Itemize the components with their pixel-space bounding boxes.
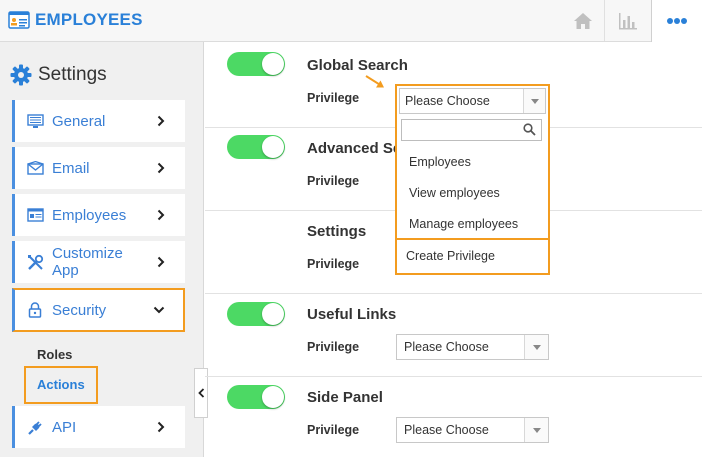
- chevron-right-icon: [151, 421, 171, 433]
- toggle-switch[interactable]: [227, 135, 285, 159]
- settings-heading: Settings: [10, 64, 107, 86]
- chevron-left-icon: [197, 388, 204, 398]
- id-card-icon: [26, 207, 44, 223]
- sidebar-item-customize-app[interactable]: Customize App: [12, 241, 185, 283]
- select-value: Please Choose: [404, 423, 489, 437]
- app-title[interactable]: EMPLOYEES: [8, 10, 143, 30]
- chevron-right-icon: [151, 162, 171, 174]
- monitor-icon: [26, 113, 44, 129]
- home-icon: [574, 12, 592, 29]
- gear-icon: [10, 64, 32, 86]
- chevron-right-icon: [151, 209, 171, 221]
- setting-row-side-panel: Side Panel Privilege Please Choose: [205, 377, 702, 457]
- sidebar-item-security[interactable]: Security: [12, 288, 185, 332]
- row-title: Settings: [307, 223, 367, 240]
- dropdown-option[interactable]: View employees: [409, 186, 500, 200]
- more-menu-button[interactable]: [651, 0, 702, 42]
- create-privilege-label: Create Privilege: [406, 249, 495, 263]
- privilege-label: Privilege: [307, 423, 360, 437]
- toggle-knob: [262, 303, 284, 325]
- home-button[interactable]: [560, 0, 606, 41]
- sidebar-item-api[interactable]: API: [12, 406, 185, 448]
- sidebar-item-employees[interactable]: Employees: [12, 194, 185, 236]
- toggle-knob: [262, 53, 284, 75]
- envelope-icon: [26, 160, 44, 176]
- privilege-label: Privilege: [307, 91, 360, 105]
- toggle-knob: [262, 386, 284, 408]
- select-value: Please Choose: [404, 340, 489, 354]
- lock-icon: [26, 302, 44, 318]
- tools-icon: [26, 254, 44, 270]
- sidebar-item-email[interactable]: Email: [12, 147, 185, 189]
- dropdown-option[interactable]: Manage employees: [409, 217, 518, 231]
- sidebar-subitem-roles[interactable]: Roles: [37, 347, 72, 362]
- dropdown-search-input[interactable]: [401, 119, 542, 141]
- dropdown-option[interactable]: Employees: [409, 155, 471, 169]
- privilege-label: Privilege: [307, 257, 360, 271]
- sidebar-item-label: Email: [52, 159, 90, 177]
- privilege-select[interactable]: Please Choose: [396, 334, 549, 360]
- chevron-right-icon: [151, 115, 171, 127]
- chevron-down-icon: [149, 306, 169, 314]
- select-value: Please Choose: [405, 94, 490, 108]
- privilege-label: Privilege: [307, 174, 360, 188]
- row-title: Global Search: [307, 57, 408, 74]
- plug-icon: [26, 419, 44, 435]
- caret-down-icon: [523, 89, 545, 113]
- settings-heading-text: Settings: [38, 64, 107, 85]
- app-header: EMPLOYEES: [0, 0, 702, 42]
- toggle-switch[interactable]: [227, 302, 285, 326]
- caret-down-icon: [524, 335, 548, 359]
- reports-button[interactable]: [604, 0, 650, 41]
- privilege-select[interactable]: Please Choose: [399, 88, 546, 114]
- row-title: Useful Links: [307, 306, 397, 323]
- bar-chart-icon: [618, 12, 637, 29]
- pointer-arrow-icon: [365, 75, 384, 88]
- sidebar-item-label: Employees: [52, 206, 127, 224]
- setting-row-useful-links: Useful Links Privilege Please Choose: [205, 294, 702, 377]
- create-privilege-button[interactable]: Create Privilege: [395, 238, 550, 275]
- sidebar-item-label: Security: [52, 301, 107, 319]
- privilege-dropdown-open: Please Choose Employees View employees M…: [395, 84, 550, 275]
- toggle-switch[interactable]: [227, 52, 285, 76]
- more-icon: [667, 18, 687, 24]
- row-title: Advanced Se: [307, 140, 402, 157]
- sidebar-item-label: General: [52, 112, 106, 130]
- row-title: Side Panel: [307, 389, 383, 406]
- caret-down-icon: [524, 418, 548, 442]
- privilege-select[interactable]: Please Choose: [396, 417, 549, 443]
- app-title-text: EMPLOYEES: [35, 10, 143, 29]
- employees-logo-icon: [8, 11, 30, 29]
- sidebar-item-label: API: [52, 418, 77, 436]
- search-icon: [523, 123, 536, 141]
- toggle-switch[interactable]: [227, 385, 285, 409]
- chevron-right-icon: [151, 256, 171, 268]
- sidebar-item-label: Customize App: [52, 245, 123, 279]
- toggle-knob: [262, 136, 284, 158]
- privilege-label: Privilege: [307, 340, 360, 354]
- sidebar-item-general[interactable]: General: [12, 100, 185, 142]
- sidebar-subitem-actions[interactable]: Actions: [37, 377, 85, 392]
